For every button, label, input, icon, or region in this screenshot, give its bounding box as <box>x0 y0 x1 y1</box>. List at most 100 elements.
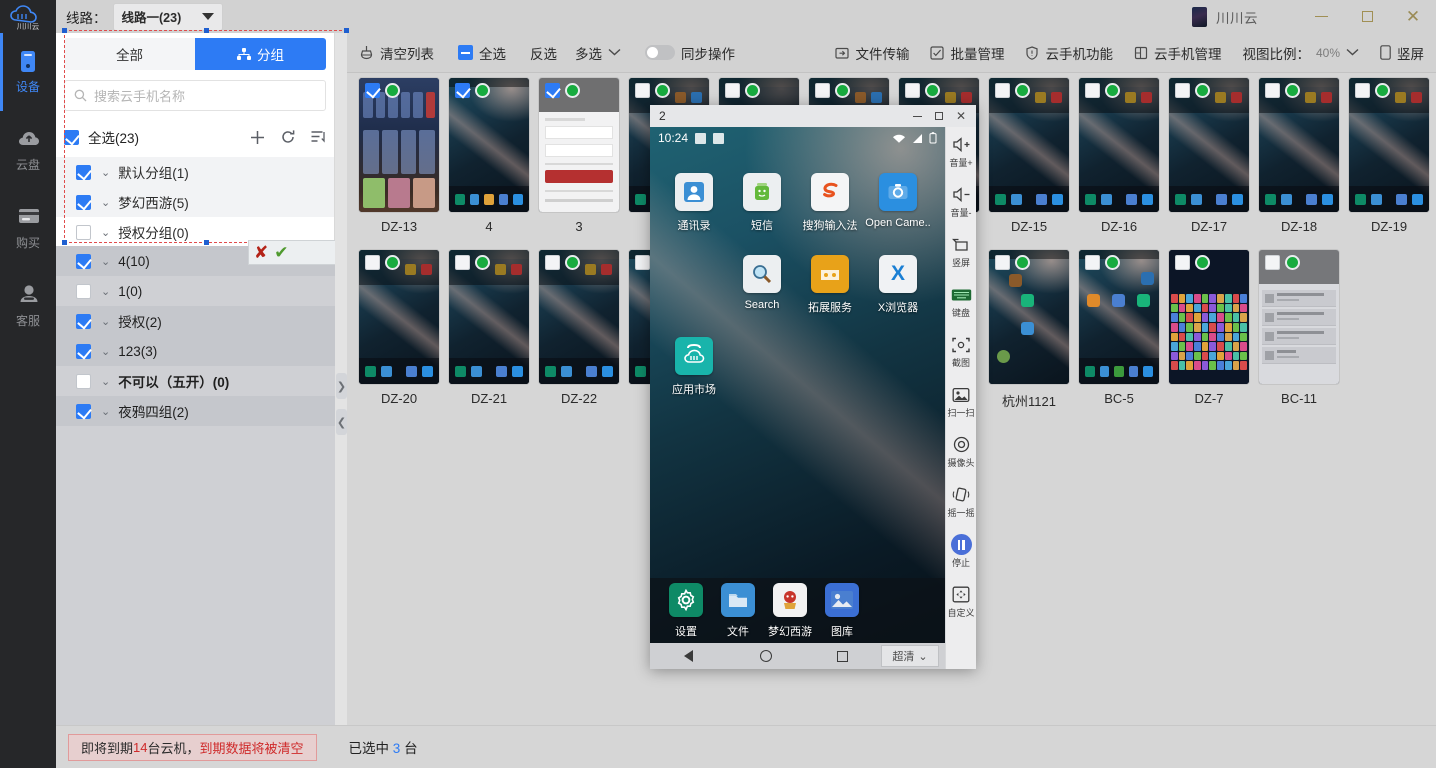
maximize-button[interactable] <box>1344 0 1390 33</box>
chevron-down-icon[interactable]: ⌄ <box>101 405 110 418</box>
refresh-icon[interactable] <box>280 129 296 145</box>
side-rotate-button[interactable]: 竖屏 <box>946 227 976 277</box>
tab-all[interactable]: 全部 <box>64 38 195 70</box>
select-all-checkbox[interactable] <box>458 45 473 60</box>
list-item[interactable]: ⌄ 123(3) <box>56 336 335 366</box>
device-thumbnail[interactable] <box>989 78 1069 212</box>
device-checkbox[interactable] <box>545 255 560 270</box>
chevron-down-icon[interactable]: ⌄ <box>101 285 110 298</box>
group-checkbox[interactable] <box>76 284 91 299</box>
search-input[interactable]: 搜索云手机名称 <box>64 80 326 111</box>
app-app-market[interactable]: 应用市场 <box>660 337 728 397</box>
group-checkbox[interactable] <box>76 314 91 329</box>
expiry-warning[interactable]: 即将到期 14 台云机， 到期数据将被清空 <box>68 734 317 761</box>
device-card[interactable]: DZ-17 <box>1169 78 1249 234</box>
select-all-button[interactable]: 全选 <box>458 43 506 63</box>
toggle-switch[interactable] <box>645 45 675 60</box>
device-card[interactable]: DZ-22 <box>539 250 619 406</box>
sort-icon[interactable] <box>310 129 326 145</box>
chevron-down-icon[interactable]: ⌄ <box>101 166 110 179</box>
device-checkbox[interactable] <box>1265 83 1280 98</box>
device-thumbnail[interactable] <box>359 250 439 384</box>
close-button[interactable]: ✕ <box>1390 0 1436 33</box>
chevron-down-icon[interactable]: ⌄ <box>101 226 110 239</box>
batch-manage-button[interactable]: 批量管理 <box>930 43 1004 63</box>
device-card[interactable]: DZ-19 <box>1349 78 1429 234</box>
mirror-screen[interactable]: 10:24 通讯录 <box>650 127 945 669</box>
group-checkbox[interactable] <box>76 195 91 210</box>
multi-select-dropdown[interactable]: 多选 <box>575 43 621 63</box>
dock-settings[interactable]: 设置 <box>660 583 712 639</box>
device-checkbox[interactable] <box>1265 255 1280 270</box>
nav-home-button[interactable] <box>727 650 804 662</box>
group-checkbox[interactable] <box>76 254 91 269</box>
side-keyboard-button[interactable]: 键盘 <box>946 277 976 327</box>
tab-group[interactable]: 分组 <box>195 38 326 70</box>
device-thumbnail[interactable] <box>539 250 619 384</box>
mirror-close-button[interactable]: ✕ <box>950 106 972 126</box>
dock-gallery[interactable]: 图库 <box>816 583 868 639</box>
device-checkbox[interactable] <box>1175 83 1190 98</box>
device-checkbox[interactable] <box>545 83 560 98</box>
panel-splitter[interactable]: ❯ ❮ <box>335 33 347 725</box>
device-checkbox[interactable] <box>815 83 830 98</box>
cancel-icon[interactable]: ✘ <box>254 244 268 261</box>
expand-panel-button[interactable]: ❯ <box>336 373 347 399</box>
nav-back-button[interactable] <box>650 650 727 662</box>
list-item[interactable]: ⌄ 授权(2) <box>56 306 335 336</box>
chevron-down-icon[interactable]: ⌄ <box>101 196 110 209</box>
nav-recents-button[interactable] <box>804 651 881 662</box>
sidebar-item-support[interactable]: 客服 <box>0 267 56 345</box>
device-checkbox[interactable] <box>725 83 740 98</box>
device-thumbnail[interactable] <box>989 250 1069 384</box>
collapse-panel-button[interactable]: ❮ <box>336 409 347 435</box>
add-icon[interactable] <box>249 129 266 146</box>
device-card[interactable]: BC-5 <box>1079 250 1159 406</box>
device-thumbnail[interactable] <box>1349 78 1429 212</box>
device-thumbnail[interactable] <box>1259 78 1339 212</box>
app-search[interactable]: Search <box>728 255 796 315</box>
device-card[interactable]: DZ-16 <box>1079 78 1159 234</box>
stream-quality-select[interactable]: 超清 ⌄ <box>881 645 939 667</box>
device-card[interactable]: 4 <box>449 78 529 234</box>
device-checkbox[interactable] <box>1085 83 1100 98</box>
dock-files[interactable]: 文件 <box>712 583 764 639</box>
group-checkbox[interactable] <box>76 165 91 180</box>
device-checkbox[interactable] <box>905 83 920 98</box>
sidebar-item-cloud-disk[interactable]: 云盘 <box>0 111 56 189</box>
app-extension-service[interactable]: 拓展服务 <box>796 255 864 315</box>
device-thumbnail[interactable] <box>1079 78 1159 212</box>
view-scale-select[interactable]: 视图比例： 40% <box>1242 43 1359 63</box>
device-card[interactable]: DZ-18 <box>1259 78 1339 234</box>
app-open-camera[interactable]: Open Came.. <box>864 173 932 233</box>
device-card[interactable]: 杭州1121 <box>989 250 1069 410</box>
list-item[interactable]: ⌄ 1(0) <box>56 276 335 306</box>
side-screenshot-button[interactable]: 截图 <box>946 327 976 377</box>
minimize-button[interactable] <box>1298 0 1344 33</box>
device-thumbnail[interactable] <box>449 78 529 212</box>
device-card[interactable]: BC-11 <box>1259 250 1339 406</box>
device-checkbox[interactable] <box>635 83 650 98</box>
mirror-maximize-button[interactable] <box>928 106 950 126</box>
side-scan-button[interactable]: 扫一扫 <box>946 377 976 427</box>
device-checkbox[interactable] <box>365 83 380 98</box>
side-stop-button[interactable]: 停止 <box>946 527 976 577</box>
device-thumbnail[interactable] <box>1169 78 1249 212</box>
side-shake-button[interactable]: 摇一摇 <box>946 477 976 527</box>
device-checkbox[interactable] <box>1085 255 1100 270</box>
device-card[interactable]: 3 <box>539 78 619 234</box>
app-contacts[interactable]: 通讯录 <box>660 173 728 233</box>
chevron-down-icon[interactable]: ⌄ <box>101 345 110 358</box>
device-thumbnail[interactable] <box>1259 250 1339 384</box>
device-card[interactable]: DZ-21 <box>449 250 529 406</box>
device-card[interactable]: DZ-15 <box>989 78 1069 234</box>
device-thumbnail[interactable] <box>1079 250 1159 384</box>
device-thumbnail[interactable] <box>359 78 439 212</box>
device-checkbox[interactable] <box>1175 255 1190 270</box>
device-thumbnail[interactable] <box>449 250 529 384</box>
device-checkbox[interactable] <box>455 83 470 98</box>
sidebar-item-purchase[interactable]: 购买 <box>0 189 56 267</box>
app-x-browser[interactable]: X X浏览器 <box>864 255 932 315</box>
chevron-down-icon[interactable]: ⌄ <box>101 375 110 388</box>
device-checkbox[interactable] <box>1355 83 1370 98</box>
